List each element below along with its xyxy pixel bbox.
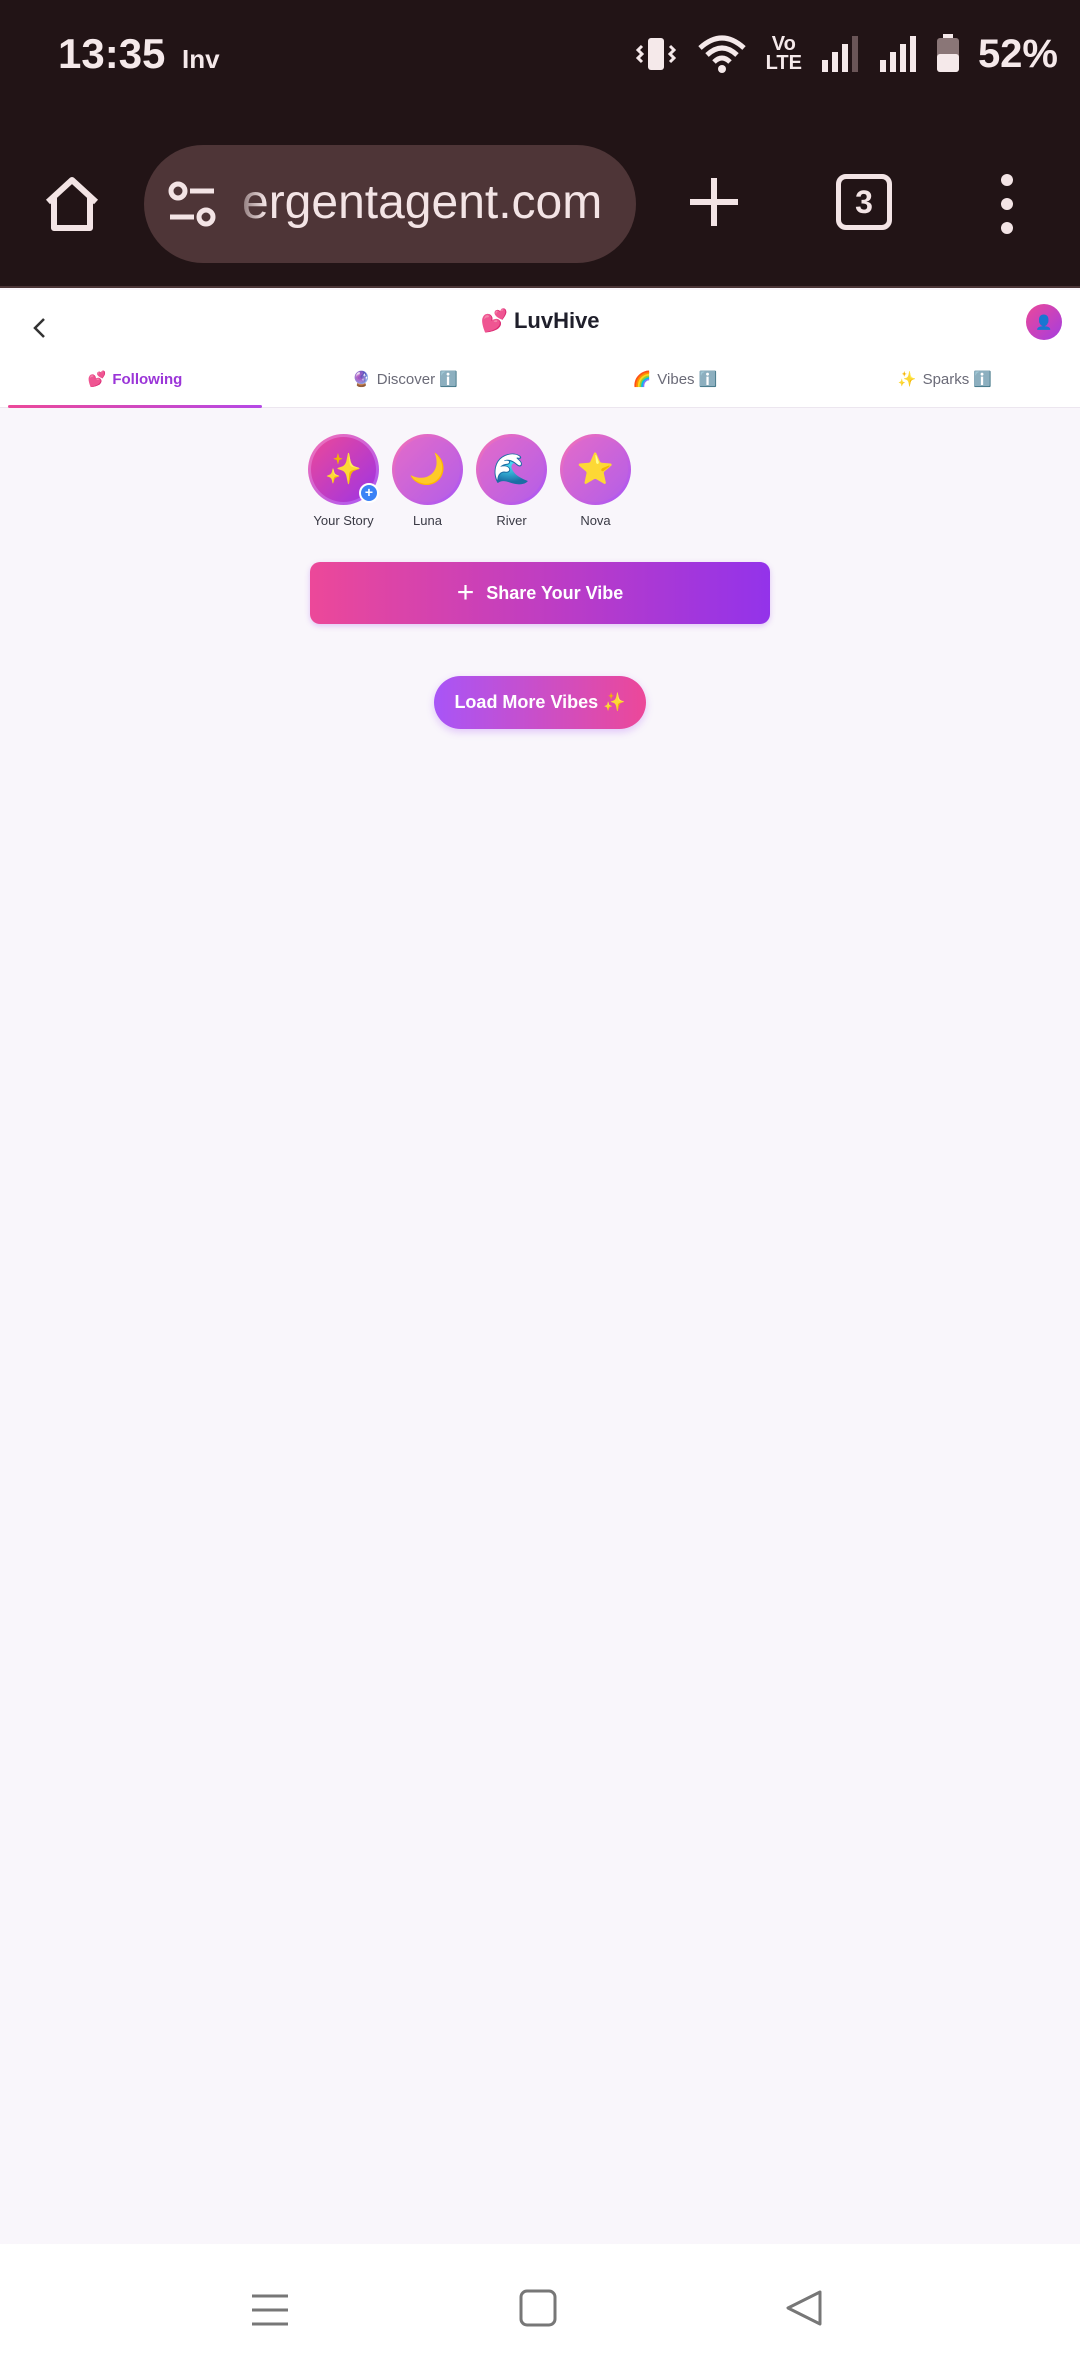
story-nova[interactable]: ⭐ Nova	[560, 434, 631, 528]
feed-tabs: 💕 Following 🔮 Discover ℹ️ 🌈 Vibes ℹ️ ✨ S…	[0, 360, 1080, 408]
rainbow-icon: 🌈	[632, 371, 652, 388]
battery-percent: 52%	[977, 31, 1058, 76]
status-icons: Vo LTE 52%	[634, 30, 1058, 78]
tab-vibes[interactable]: 🌈 Vibes ℹ️	[540, 360, 810, 408]
user-avatar[interactable]: 👤	[1026, 304, 1062, 340]
carrier-label: Inv	[182, 44, 220, 74]
story-label: Your Story	[313, 513, 374, 528]
url-text: ergentagent.com	[242, 176, 603, 229]
story-luna[interactable]: 🌙 Luna	[392, 434, 463, 528]
home-square-icon[interactable]	[518, 2288, 558, 2328]
signal-1-icon	[821, 36, 858, 72]
story-avatar: ⭐	[560, 434, 631, 505]
status-bar: 13:35 Inv Vo LTE 52%	[0, 0, 1080, 120]
new-tab-icon[interactable]	[684, 172, 744, 232]
address-bar[interactable]: ergentagent.com	[144, 145, 636, 263]
plus-icon: +	[456, 576, 475, 609]
signal-2-icon	[879, 36, 916, 72]
browser-toolbar: ergentagent.com 3	[0, 120, 1080, 288]
tab-discover[interactable]: 🔮 Discover ℹ️	[270, 360, 540, 408]
system-nav-bar	[0, 2244, 1080, 2376]
url-fade	[226, 145, 266, 263]
back-triangle-icon[interactable]	[784, 2288, 824, 2328]
status-time: 13:35	[58, 30, 166, 77]
battery-icon	[936, 34, 959, 72]
tab-label: Vibes ℹ️	[657, 371, 718, 388]
volte-bottom-label: LTE	[765, 52, 802, 74]
story-river[interactable]: 🌊 River	[476, 434, 547, 528]
tab-switcher-button[interactable]: 3	[836, 174, 892, 230]
tab-following[interactable]: 💕 Following	[0, 360, 270, 408]
volte-indicator: Vo LTE	[765, 34, 802, 74]
share-label: Share Your Vibe	[486, 582, 624, 603]
home-icon[interactable]	[40, 172, 104, 236]
story-avatar: ✨ +	[308, 434, 379, 505]
more-menu-icon[interactable]	[992, 172, 1022, 236]
story-label: River	[496, 513, 527, 528]
wave-icon: 🌊	[479, 437, 544, 502]
tab-label: Discover ℹ️	[376, 371, 458, 388]
load-more-button[interactable]: Load More Vibes ✨	[434, 676, 646, 729]
story-label: Luna	[413, 513, 442, 528]
star-icon: ⭐	[563, 437, 628, 502]
story-avatar: 🌊	[476, 434, 547, 505]
story-label: Nova	[580, 513, 611, 528]
tab-sparks[interactable]: ✨ Sparks ℹ️	[810, 360, 1080, 408]
hearts-icon: 💕	[87, 371, 107, 388]
story-avatar: 🌙	[392, 434, 463, 505]
add-story-icon: +	[359, 483, 379, 503]
site-settings-icon[interactable]	[166, 179, 218, 229]
wifi-icon	[697, 35, 746, 73]
app-title: 💕 LuvHive	[480, 308, 600, 333]
sparkles-icon: ✨	[897, 371, 917, 388]
crystal-ball-icon: 🔮	[352, 371, 371, 388]
app-header: 💕 LuvHive 👤 💕 Following 🔮 Discover ℹ️ 🌈 …	[0, 290, 1080, 408]
share-your-vibe-button[interactable]: + Share Your Vibe	[310, 562, 770, 624]
vibrate-icon	[635, 38, 676, 70]
tab-label: Following	[112, 370, 183, 388]
moon-icon: 🌙	[395, 437, 460, 502]
story-your-story[interactable]: ✨ + Your Story	[308, 434, 379, 528]
user-icon: 👤	[1035, 313, 1053, 330]
recent-apps-icon[interactable]	[250, 2290, 290, 2330]
tab-label: Sparks ℹ️	[922, 371, 993, 388]
stories-row: ✨ + Your Story 🌙 Luna 🌊 River ⭐ Nova	[308, 434, 631, 528]
